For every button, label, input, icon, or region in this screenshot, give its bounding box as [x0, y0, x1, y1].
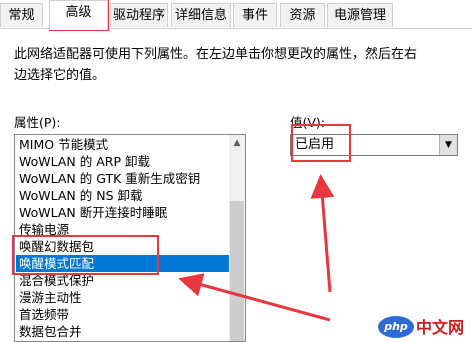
scroll-thumb[interactable]: [230, 201, 244, 341]
tab-general[interactable]: 常规: [0, 3, 43, 27]
property-item[interactable]: WoWLAN 的 ARP 卸载: [16, 153, 229, 170]
property-item[interactable]: 数据包合并: [16, 323, 229, 340]
value-dropdown[interactable]: 已启用 ▼: [290, 134, 458, 156]
tab-events[interactable]: 事件: [233, 3, 277, 27]
property-item[interactable]: WoWLAN 的 GTK 重新生成密钥: [16, 170, 229, 187]
property-item[interactable]: 混合模式保护: [16, 272, 229, 289]
scroll-up-arrow-icon[interactable]: ▲: [229, 135, 245, 152]
tab-resources[interactable]: 资源: [280, 3, 325, 27]
description-line-1: 此网络适配器可使用下列属性。在左边单击你想更改的属性，然后在右: [14, 47, 418, 62]
tab-bar: 常规 高级 驱动程序 详细信息 事件 资源 电源管理: [0, 0, 472, 30]
watermark-text: 中文网: [416, 318, 465, 337]
listbox-scrollbar[interactable]: ▲: [229, 135, 245, 341]
watermark: php 中文网: [378, 316, 470, 340]
property-item[interactable]: 首选频带: [16, 306, 229, 323]
property-item-selected[interactable]: 唤醒模式匹配: [16, 255, 229, 272]
property-item[interactable]: 唤醒幻数据包: [16, 238, 229, 255]
value-label: 值(V):: [290, 115, 326, 130]
description-line-2: 边选择它的值。: [14, 68, 106, 83]
tab-power-management[interactable]: 电源管理: [327, 3, 393, 27]
value-selected: 已启用: [295, 137, 335, 152]
property-item[interactable]: 传输电源: [16, 221, 229, 238]
arrow-to-value: [310, 174, 335, 293]
properties-label: 属性(P):: [14, 115, 61, 130]
tab-details[interactable]: 详细信息: [171, 3, 231, 27]
property-item[interactable]: WoWLAN 的 NS 卸载: [16, 187, 229, 204]
php-logo: php: [378, 316, 414, 338]
chevron-down-icon[interactable]: ▼: [439, 135, 457, 155]
properties-listbox[interactable]: MIMO 节能模式 WoWLAN 的 ARP 卸载 WoWLAN 的 GTK 重…: [14, 134, 246, 342]
tab-driver[interactable]: 驱动程序: [110, 3, 168, 27]
description: 此网络适配器可使用下列属性。在左边单击你想更改的属性，然后在右 边选择它的值。: [14, 44, 444, 86]
tab-advanced[interactable]: 高级: [49, 0, 108, 30]
property-item[interactable]: MIMO 节能模式: [16, 136, 229, 153]
property-item[interactable]: WoWLAN 断开连接时睡眠: [16, 204, 229, 221]
property-item[interactable]: 漫游主动性: [16, 289, 229, 306]
